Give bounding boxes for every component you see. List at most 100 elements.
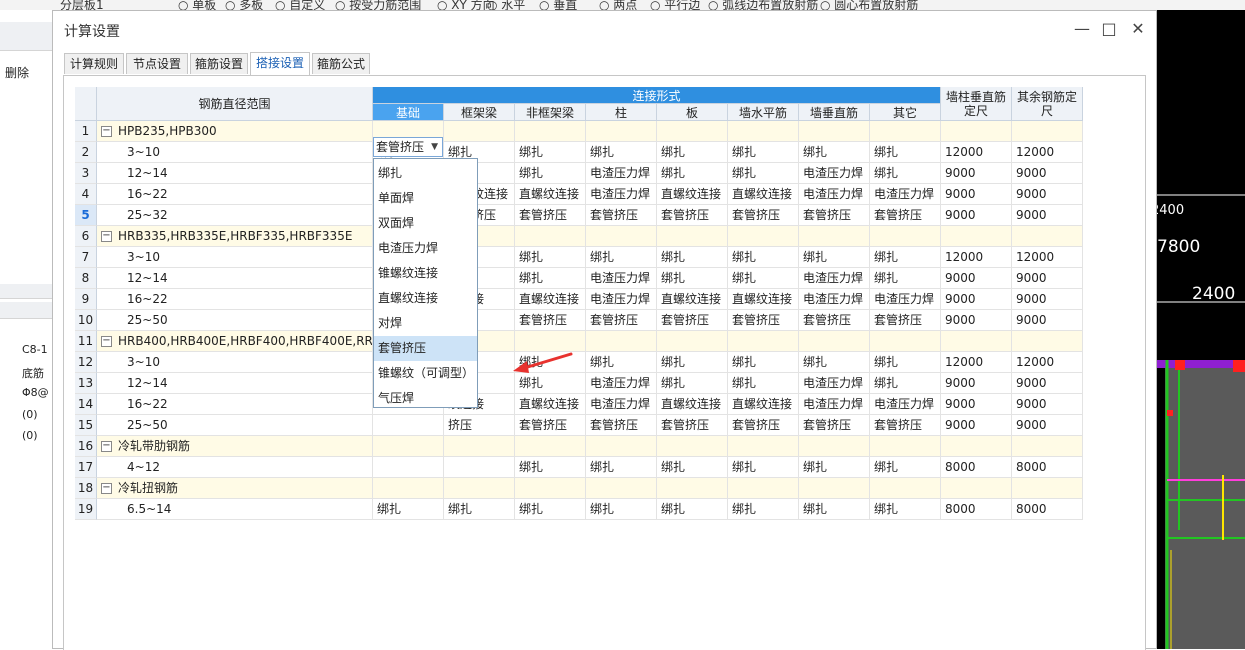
value-cell-6[interactable]: 套管挤压	[799, 205, 870, 226]
collapse-icon[interactable]: −	[101, 483, 112, 494]
value-cell-3[interactable]: 绑扎	[586, 142, 657, 163]
range-cell[interactable]: 4~12	[97, 457, 373, 478]
collapse-icon[interactable]: −	[101, 231, 112, 242]
value-cell-9[interactable]: 8000	[1012, 499, 1083, 520]
empty-cell[interactable]	[1012, 331, 1083, 352]
value-cell-6[interactable]: 绑扎	[799, 457, 870, 478]
value-cell-9[interactable]: 9000	[1012, 163, 1083, 184]
value-cell-8[interactable]: 8000	[941, 457, 1012, 478]
value-cell-5[interactable]: 绑扎	[728, 163, 799, 184]
range-cell[interactable]: 12~14	[97, 163, 373, 184]
empty-cell[interactable]	[941, 331, 1012, 352]
value-cell-8[interactable]: 9000	[941, 394, 1012, 415]
value-cell-4[interactable]: 绑扎	[657, 163, 728, 184]
value-cell-6[interactable]: 电渣压力焊	[799, 268, 870, 289]
table-row[interactable]: 13 12~14 绑扎 电渣压力焊 绑扎 绑扎 电渣压力焊 绑扎 9000 9000	[75, 373, 1083, 394]
value-cell-9[interactable]: 9000	[1012, 310, 1083, 331]
empty-cell[interactable]	[728, 478, 799, 499]
chevron-down-icon[interactable]: ▼	[431, 138, 438, 156]
tab-3[interactable]: 搭接设置	[250, 52, 310, 75]
range-cell[interactable]: 6.5~14	[97, 499, 373, 520]
group-label-cell[interactable]: − 冷轧带肋钢筋	[97, 436, 373, 457]
value-cell-3[interactable]: 电渣压力焊	[586, 184, 657, 205]
tab-1[interactable]: 节点设置	[126, 53, 188, 74]
empty-cell[interactable]	[870, 226, 941, 247]
empty-cell[interactable]	[941, 478, 1012, 499]
value-cell-7[interactable]: 绑扎	[870, 457, 941, 478]
value-cell-9[interactable]: 8000	[1012, 457, 1083, 478]
group-row[interactable]: 18− 冷轧扭钢筋	[75, 478, 1083, 499]
empty-cell[interactable]	[799, 478, 870, 499]
table-row[interactable]: 19 6.5~14 绑扎 绑扎 绑扎 绑扎 绑扎 绑扎 绑扎 绑扎 8000 8000	[75, 499, 1083, 520]
dropdown-option-6[interactable]: 对焊	[374, 311, 477, 336]
range-cell[interactable]: 16~22	[97, 184, 373, 205]
value-cell-7[interactable]: 绑扎	[870, 499, 941, 520]
value-cell-8[interactable]: 12000	[941, 142, 1012, 163]
value-cell-6[interactable]: 套管挤压	[799, 415, 870, 436]
value-cell-2[interactable]: 直螺纹连接	[515, 184, 586, 205]
collapse-icon[interactable]: −	[101, 441, 112, 452]
value-cell-4[interactable]: 绑扎	[657, 268, 728, 289]
value-cell-4[interactable]: 套管挤压	[657, 310, 728, 331]
value-cell-7[interactable]: 电渣压力焊	[870, 289, 941, 310]
empty-cell[interactable]	[515, 478, 586, 499]
value-cell-5[interactable]: 直螺纹连接	[728, 394, 799, 415]
empty-cell[interactable]	[586, 478, 657, 499]
value-cell-1[interactable]: 绑扎	[444, 499, 515, 520]
dropdown-option-1[interactable]: 单面焊	[374, 186, 477, 211]
group-row[interactable]: 6− HRB335,HRB335E,HRBF335,HRBF335E	[75, 226, 1083, 247]
table-row[interactable]: 312~14绑扎绑扎绑扎电渣压力焊绑扎绑扎电渣压力焊绑扎90009000	[75, 163, 1083, 184]
close-button[interactable]: ✕	[1128, 19, 1148, 39]
value-cell-5[interactable]: 套管挤压	[728, 415, 799, 436]
table-row[interactable]: 916~22纹连接直螺纹连接电渣压力焊直螺纹连接直螺纹连接电渣压力焊电渣压力焊9…	[75, 289, 1083, 310]
value-cell-9[interactable]: 9000	[1012, 268, 1083, 289]
group-label-cell[interactable]: − 冷轧扭钢筋	[97, 478, 373, 499]
empty-cell[interactable]	[444, 478, 515, 499]
value-cell-7[interactable]: 套管挤压	[870, 205, 941, 226]
value-cell-2[interactable]: 绑扎	[515, 142, 586, 163]
value-cell-2[interactable]: 绑扎	[515, 163, 586, 184]
value-cell-3[interactable]: 套管挤压	[586, 415, 657, 436]
value-cell-4[interactable]: 绑扎	[657, 457, 728, 478]
value-cell-1[interactable]: 挤压	[444, 415, 515, 436]
range-cell[interactable]: 25~50	[97, 415, 373, 436]
value-cell-9[interactable]: 9000	[1012, 415, 1083, 436]
table-row[interactable]: 7 3~10 绑扎 绑扎 绑扎 绑扎 绑扎 绑扎 12000 12000	[75, 247, 1083, 268]
dropdown-option-3[interactable]: 电渣压力焊	[374, 236, 477, 261]
delete-button[interactable]: 删除	[5, 64, 29, 81]
range-cell[interactable]: 3~10	[97, 352, 373, 373]
range-cell[interactable]: 16~22	[97, 289, 373, 310]
value-cell-7[interactable]: 绑扎	[870, 373, 941, 394]
empty-cell[interactable]	[586, 226, 657, 247]
value-cell-9[interactable]: 12000	[1012, 352, 1083, 373]
value-cell-7[interactable]: 绑扎	[870, 163, 941, 184]
tab-4[interactable]: 箍筋公式	[312, 53, 370, 74]
value-cell-9[interactable]: 9000	[1012, 184, 1083, 205]
empty-cell[interactable]	[799, 226, 870, 247]
value-cell-9[interactable]: 9000	[1012, 205, 1083, 226]
value-cell-3[interactable]: 绑扎	[586, 247, 657, 268]
range-cell[interactable]: 25~32	[97, 205, 373, 226]
value-cell-2[interactable]: 绑扎	[515, 457, 586, 478]
value-cell-5[interactable]: 绑扎	[728, 457, 799, 478]
range-cell[interactable]: 12~14	[97, 373, 373, 394]
empty-cell[interactable]	[799, 121, 870, 142]
value-cell-5[interactable]: 绑扎	[728, 247, 799, 268]
empty-cell[interactable]	[373, 478, 444, 499]
value-cell-3[interactable]: 电渣压力焊	[586, 373, 657, 394]
empty-cell[interactable]	[941, 226, 1012, 247]
empty-cell[interactable]	[1012, 478, 1083, 499]
value-cell-5[interactable]: 绑扎	[728, 352, 799, 373]
table-row[interactable]: 8 12~14 绑扎 电渣压力焊 绑扎 绑扎 电渣压力焊 绑扎 9000 9000	[75, 268, 1083, 289]
range-cell[interactable]: 16~22	[97, 394, 373, 415]
value-cell-4[interactable]: 直螺纹连接	[657, 394, 728, 415]
value-cell-7[interactable]: 套管挤压	[870, 310, 941, 331]
value-cell-2[interactable]: 绑扎	[515, 268, 586, 289]
empty-cell[interactable]	[728, 436, 799, 457]
value-cell-8[interactable]: 9000	[941, 184, 1012, 205]
empty-cell[interactable]	[657, 478, 728, 499]
value-cell-9[interactable]: 9000	[1012, 289, 1083, 310]
maximize-button[interactable]: □	[1099, 19, 1119, 39]
value-cell-6[interactable]: 电渣压力焊	[799, 373, 870, 394]
value-cell-5[interactable]: 绑扎	[728, 373, 799, 394]
